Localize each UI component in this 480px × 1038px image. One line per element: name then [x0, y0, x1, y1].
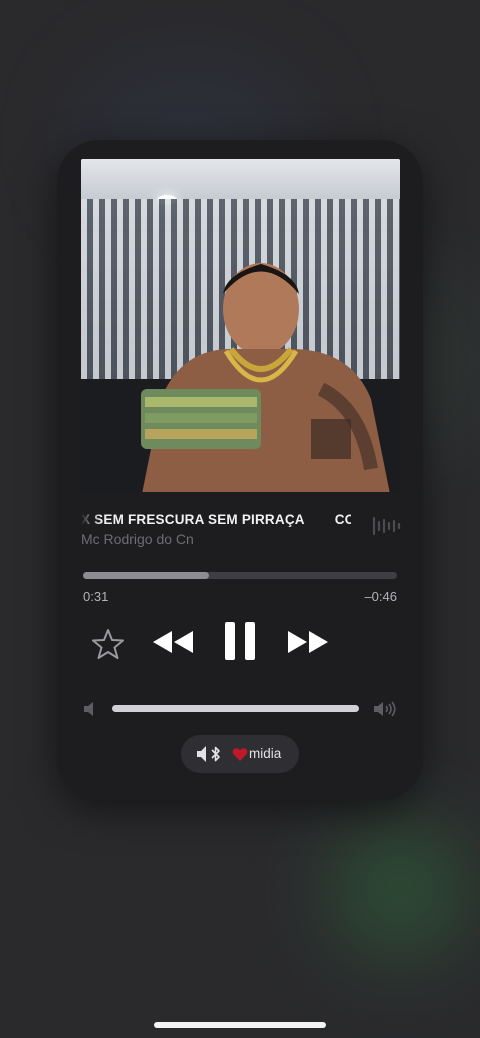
playback-progress-fill — [83, 572, 209, 579]
track-title-marquee[interactable]: X SEM FRESCURA SEM PIRRAÇA COI — [81, 512, 351, 532]
marquee-fade — [81, 512, 101, 532]
track-title-next: COI — [334, 512, 351, 527]
fast-forward-icon[interactable] — [285, 627, 331, 657]
volume-high-icon — [374, 701, 396, 717]
audio-output-label: midia — [249, 746, 282, 761]
background-glow — [330, 820, 470, 960]
pause-icon[interactable] — [223, 620, 257, 662]
artist-name[interactable]: Mc Rodrigo do Cn — [81, 531, 194, 547]
volume-slider-fill — [112, 705, 359, 712]
audio-output-button[interactable]: midia — [181, 735, 299, 773]
volume-slider[interactable] — [112, 705, 359, 712]
home-indicator[interactable] — [154, 1022, 326, 1028]
track-title: X SEM FRESCURA SEM PIRRAÇA — [81, 512, 305, 527]
rewind-icon[interactable] — [150, 627, 196, 657]
album-artwork[interactable] — [81, 159, 400, 492]
waveform-icon — [372, 516, 401, 536]
volume-low-icon — [84, 702, 93, 716]
now-playing-card: X SEM FRESCURA SEM PIRRAÇA COI Mc Rodrigo… — [57, 140, 423, 800]
artwork-person — [141, 263, 390, 492]
playback-scrubber[interactable] — [83, 572, 397, 579]
time-remaining: –0:46 — [364, 589, 397, 604]
heart-icon — [232, 748, 248, 761]
star-icon[interactable] — [91, 627, 125, 661]
speaker-bluetooth-icon — [197, 746, 220, 762]
time-elapsed: 0:31 — [83, 589, 109, 604]
